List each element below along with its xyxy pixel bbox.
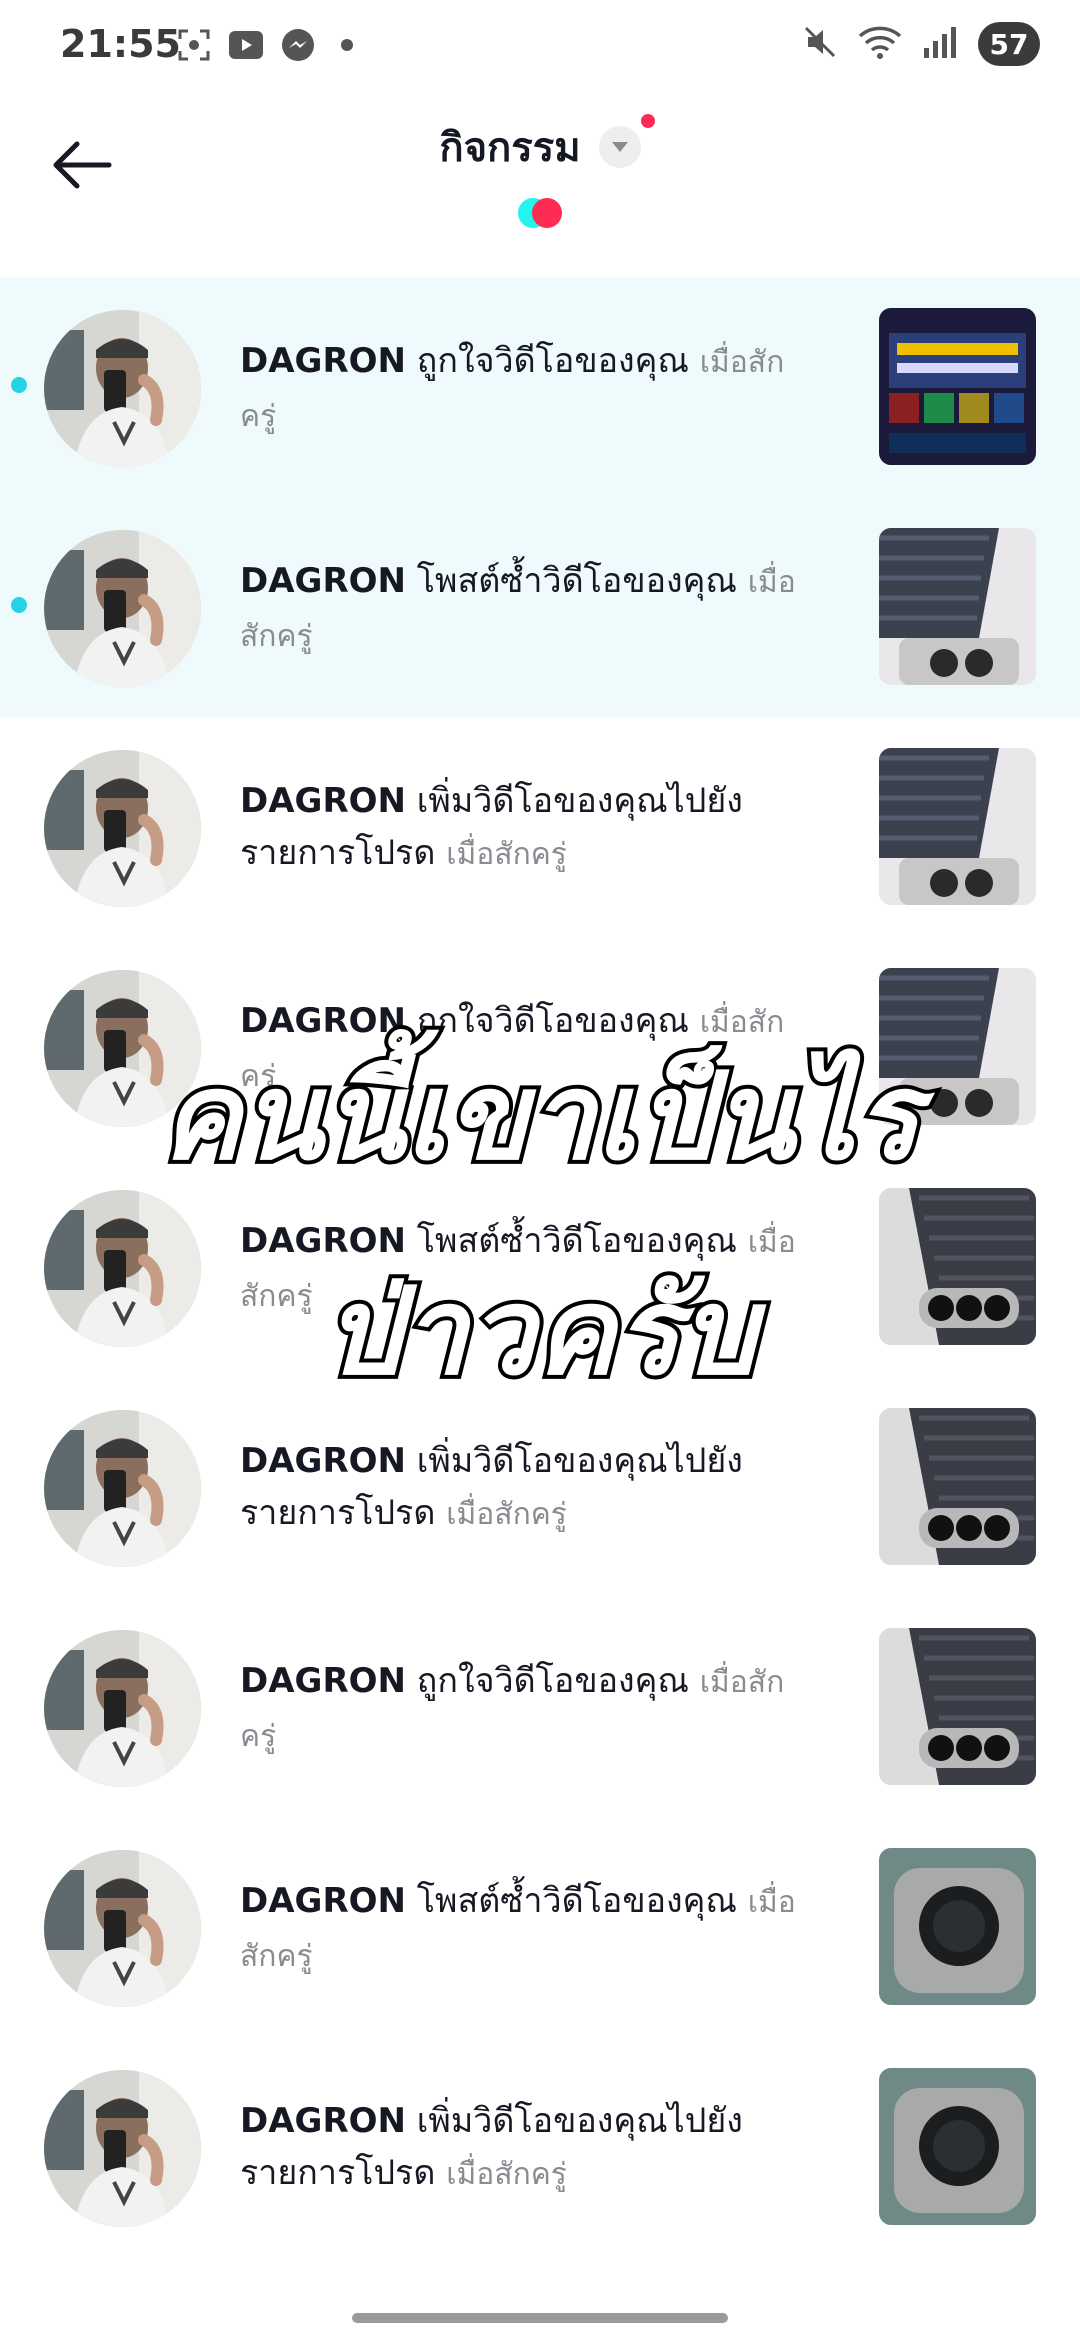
username[interactable]: DAGRON (240, 781, 406, 821)
activity-item[interactable]: DAGRON เพิ่มวิดีโอของคุณไปยังรายการโปรด … (0, 717, 1080, 937)
video-thumbnail[interactable] (879, 2068, 1036, 2225)
avatar[interactable] (44, 1850, 201, 2007)
activity-item[interactable]: DAGRON ถูกใจวิดีโอของคุณ เมื่อสักครู่ (0, 277, 1080, 497)
notification-dot-icon (341, 39, 353, 51)
mute-icon (802, 24, 838, 64)
avatar[interactable] (44, 310, 201, 467)
username[interactable]: DAGRON (240, 2101, 406, 2141)
activity-item[interactable]: DAGRON โพสต์ซ้ำวิดีโอของคุณ เมื่อสักครู่ (0, 1817, 1080, 2037)
avatar[interactable] (44, 2070, 201, 2227)
battery-indicator: 57 (978, 22, 1040, 66)
username[interactable]: DAGRON (240, 561, 406, 601)
caret-down-icon (598, 114, 655, 168)
activity-action: ถูกใจวิดีโอของคุณ (416, 1661, 689, 1701)
activity-time: เมื่อสักครู่ (446, 1497, 567, 1532)
username[interactable]: DAGRON (240, 1441, 406, 1481)
avatar[interactable] (44, 530, 201, 687)
screenshot-icon (175, 26, 213, 64)
activity-text: DAGRON โพสต์ซ้ำวิดีโอของคุณ เมื่อสักครู่ (240, 1875, 800, 1983)
activity-text: DAGRON เพิ่มวิดีโอของคุณไปยังรายการโปรด … (240, 2095, 800, 2201)
messenger-icon (279, 26, 317, 64)
header: กิจกรรม (0, 95, 1080, 275)
wifi-icon (858, 24, 902, 64)
video-thumbnail[interactable] (879, 1628, 1036, 1785)
activity-item[interactable]: DAGRON เพิ่มวิดีโอของคุณไปยังรายการโปรด … (0, 2037, 1080, 2257)
activity-text: DAGRON ถูกใจวิดีโอของคุณ เมื่อสักครู่ (240, 1655, 800, 1763)
activity-text: DAGRON ถูกใจวิดีโอของคุณ เมื่อสักครู่ (240, 335, 800, 443)
signal-icon (922, 24, 958, 64)
video-thumbnail[interactable] (879, 528, 1036, 685)
unread-dot (11, 377, 27, 393)
video-thumbnail[interactable] (879, 748, 1036, 905)
status-bar: 21:55 57 (0, 0, 1080, 95)
activity-action: ถูกใจวิดีโอของคุณ (416, 341, 689, 381)
video-thumbnail[interactable] (879, 1408, 1036, 1565)
activity-time: เมื่อสักครู่ (446, 837, 567, 872)
activity-text: DAGRON โพสต์ซ้ำวิดีโอของคุณ เมื่อสักครู่ (240, 555, 800, 663)
status-time: 21:55 (60, 22, 181, 66)
activity-action: โพสต์ซ้ำวิดีโอของคุณ (416, 1881, 737, 1921)
overlay-caption-line2: ป่าวครับ (320, 1259, 760, 1406)
activity-text: DAGRON เพิ่มวิดีโอของคุณไปยังรายการโปรด … (240, 1435, 800, 1541)
overlay-caption-line1: คนนี้เขาเป็นไร (157, 1044, 924, 1191)
avatar[interactable] (44, 750, 201, 907)
title-dropdown[interactable]: กิจกรรม (0, 114, 1080, 179)
username[interactable]: DAGRON (240, 1881, 406, 1921)
activity-item[interactable]: DAGRON โพสต์ซ้ำวิดีโอของคุณ เมื่อสักครู่ (0, 497, 1080, 717)
activity-item[interactable]: DAGRON ถูกใจวิดีโอของคุณ เมื่อสักครู่ (0, 1597, 1080, 1817)
video-thumbnail[interactable] (879, 308, 1036, 465)
loading-indicator (518, 195, 568, 231)
home-indicator[interactable] (352, 2313, 728, 2323)
avatar[interactable] (44, 1410, 201, 1567)
new-badge-dot (640, 114, 655, 128)
activity-text: DAGRON เพิ่มวิดีโอของคุณไปยังรายการโปรด … (240, 775, 800, 881)
avatar[interactable] (44, 1630, 201, 1787)
username[interactable]: DAGRON (240, 341, 406, 381)
status-left-icons (175, 26, 353, 64)
unread-dot (11, 597, 27, 613)
activity-time: เมื่อสักครู่ (446, 2157, 567, 2192)
status-right-icons: 57 (802, 22, 1040, 66)
youtube-icon (227, 26, 265, 64)
username[interactable]: DAGRON (240, 1661, 406, 1701)
activity-action: โพสต์ซ้ำวิดีโอของคุณ (416, 561, 737, 601)
page-title: กิจกรรม (439, 125, 581, 171)
video-thumbnail[interactable] (879, 1848, 1036, 2005)
